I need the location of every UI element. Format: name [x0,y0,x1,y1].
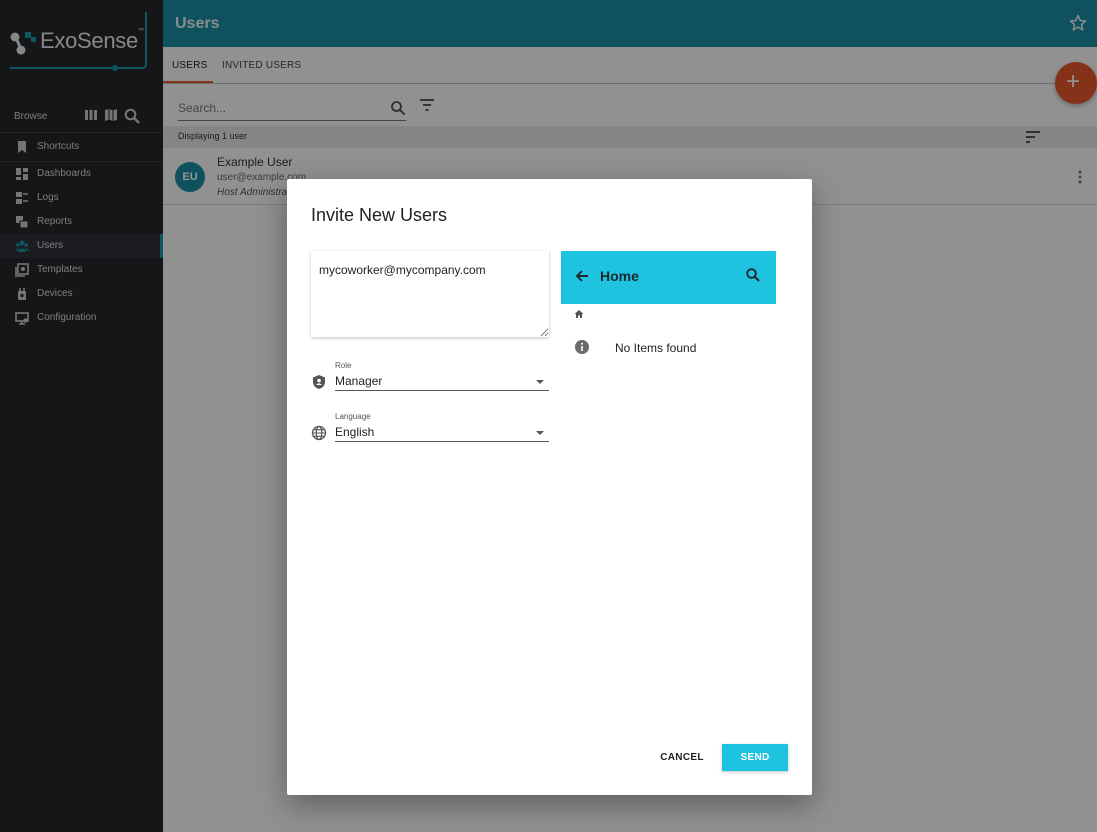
chevron-down-icon [536,380,544,384]
arrow-left-icon[interactable] [574,268,590,284]
empty-state-text: No Items found [615,341,697,355]
resource-browser: Home No Items found [561,251,776,376]
cancel-button[interactable]: CANCEL [651,744,713,771]
resource-browser-header: Home [561,251,776,304]
chevron-down-icon [536,431,544,435]
info-icon [575,340,589,354]
shield-icon [313,375,325,389]
globe-icon [311,425,327,441]
dialog-title: Invite New Users [311,205,448,225]
emails-input[interactable] [311,251,549,337]
language-value: English [335,425,375,439]
home-icon[interactable] [574,309,584,319]
role-value: Manager [335,374,383,388]
resource-browser-title: Home [600,268,639,284]
send-button[interactable]: SEND [722,744,788,771]
search-icon[interactable] [745,267,761,283]
role-select[interactable]: Role Manager [335,361,549,391]
language-select[interactable]: Language English [335,412,549,442]
language-label: Language [335,412,371,421]
invite-users-dialog: Invite New Users Role Manager Language E… [287,179,812,795]
role-label: Role [335,361,352,370]
